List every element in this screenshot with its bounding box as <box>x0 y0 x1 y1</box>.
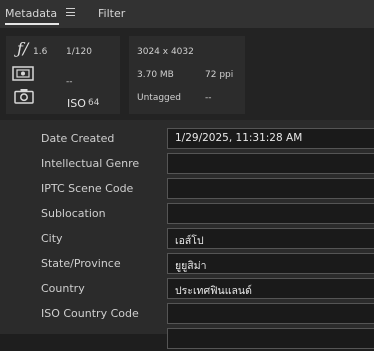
file-size-value: 3.70 MB <box>137 70 174 80</box>
exposure-comp-value: -- <box>66 77 73 87</box>
active-tab-indicator <box>5 23 59 25</box>
field-row-iso-country-code: ISO Country Code <box>0 301 374 326</box>
iso-country-code-field[interactable] <box>167 303 374 324</box>
field-row-state-province: State/Province ยูยูสิม่า <box>0 251 374 276</box>
shutter-speed-value: 1/120 <box>66 47 92 57</box>
country-field[interactable]: ประเทศฟินแลนด์ <box>167 278 374 299</box>
field-label: Date Created <box>41 132 115 145</box>
file-info-card: 3024 x 4032 3.70 MB 72 ppi Untagged -- <box>129 36 245 114</box>
color-profile-value: Untagged <box>137 93 182 103</box>
field-row-next <box>0 326 374 351</box>
field-label: IPTC Scene Code <box>41 182 134 195</box>
intellectual-genre-field[interactable] <box>167 153 374 174</box>
metering-mode-icon <box>12 66 34 85</box>
field-label: Sublocation <box>41 207 106 220</box>
date-created-field[interactable]: 1/29/2025, 11:31:28 AM <box>167 128 374 149</box>
field-label: Intellectual Genre <box>41 157 140 170</box>
camera-icon <box>14 88 34 108</box>
bit-depth-value: -- <box>205 93 212 103</box>
field-label: ISO Country Code <box>41 307 139 320</box>
menu-icon[interactable] <box>66 8 75 16</box>
iptc-scene-code-field[interactable] <box>167 178 374 199</box>
dimensions-value: 3024 x 4032 <box>137 47 194 57</box>
metadata-fields: Date Created 1/29/2025, 11:31:28 AM Inte… <box>0 120 374 349</box>
aperture-f-icon: ƒ/ <box>17 39 29 58</box>
field-row-sublocation: Sublocation <box>0 201 374 226</box>
next-field[interactable] <box>167 328 374 349</box>
state-province-field[interactable]: ยูยูสิม่า <box>167 253 374 274</box>
metadata-summary: ƒ/ 1.6 1/120 -- ISO 64 3024 x 4032 3.70 … <box>0 28 374 120</box>
field-label: Country <box>41 282 85 295</box>
resolution-value: 72 ppi <box>205 70 234 80</box>
tab-metadata[interactable]: Metadata <box>5 7 57 20</box>
field-label: City <box>41 232 63 245</box>
field-label: State/Province <box>41 257 121 270</box>
camera-settings-card: ƒ/ 1.6 1/120 -- ISO 64 <box>6 36 120 114</box>
field-row-city: City เอส์โป <box>0 226 374 251</box>
field-row-country: Country ประเทศฟินแลนด์ <box>0 276 374 301</box>
city-field[interactable]: เอส์โป <box>167 228 374 249</box>
sublocation-field[interactable] <box>167 203 374 224</box>
iso-label: ISO <box>67 97 86 110</box>
field-row-iptc-scene-code: IPTC Scene Code <box>0 176 374 201</box>
iso-value: 64 <box>88 98 100 108</box>
field-row-date-created: Date Created 1/29/2025, 11:31:28 AM <box>0 126 374 151</box>
aperture-value: 1.6 <box>33 47 48 57</box>
panel-tab-bar: Metadata Filter <box>0 0 374 28</box>
tab-filter[interactable]: Filter <box>98 7 125 20</box>
field-row-intellectual-genre: Intellectual Genre <box>0 151 374 176</box>
